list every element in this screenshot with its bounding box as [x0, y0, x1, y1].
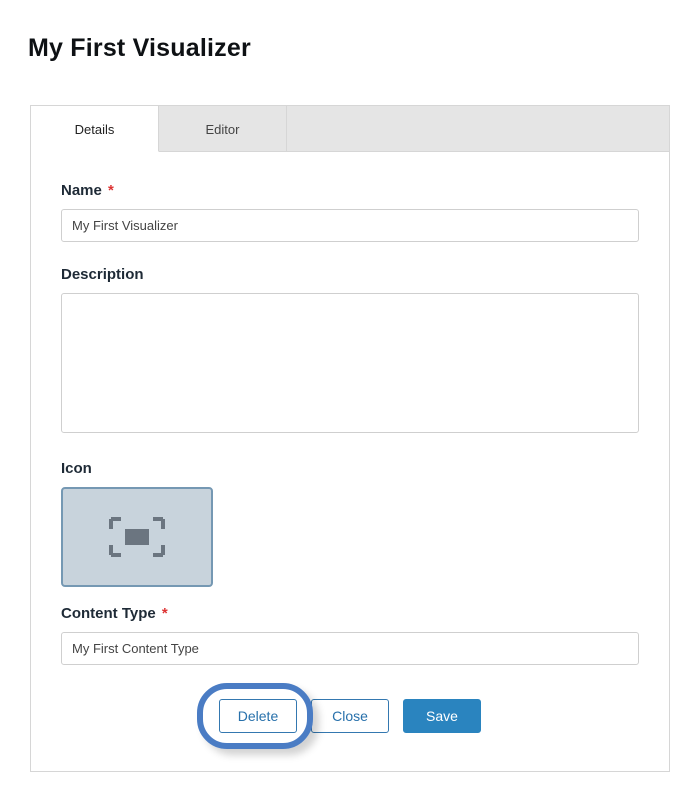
delete-button[interactable]: Delete [219, 699, 297, 733]
required-star-content-type: * [162, 605, 168, 622]
tab-details[interactable]: Details [31, 106, 159, 152]
details-panel: Details Editor Name * Description Icon [30, 105, 670, 772]
save-button[interactable]: Save [403, 699, 481, 733]
description-textarea[interactable] [61, 293, 639, 433]
close-button[interactable]: Close [311, 699, 389, 733]
content-type-input[interactable] [61, 632, 639, 665]
tab-strip: Details Editor [31, 106, 669, 152]
icon-label: Icon [61, 460, 639, 477]
description-label: Description [61, 266, 639, 283]
name-label: Name * [61, 182, 639, 199]
tab-editor[interactable]: Editor [159, 106, 287, 151]
content-type-label: Content Type * [61, 605, 639, 622]
required-star-name: * [108, 182, 114, 199]
name-input[interactable] [61, 209, 639, 242]
button-row: Delete Close Save [61, 689, 639, 751]
page-title: My First Visualizer [28, 34, 614, 63]
icon-selector[interactable] [61, 487, 213, 587]
content-placeholder-icon [109, 517, 165, 557]
